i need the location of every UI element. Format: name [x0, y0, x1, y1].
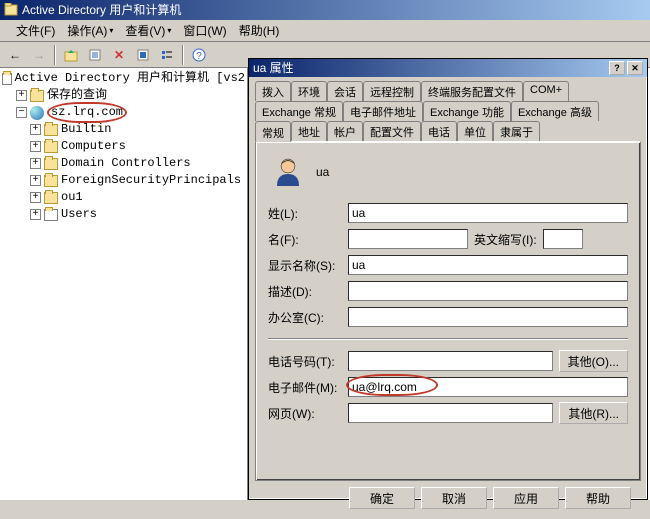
expander-icon[interactable]: + [30, 175, 41, 186]
phone-field[interactable] [348, 351, 553, 371]
tree-item-ou1[interactable]: +ou1 [2, 189, 245, 206]
tab-address[interactable]: 地址 [291, 121, 327, 141]
folder-icon [30, 90, 44, 102]
description-field[interactable] [348, 281, 628, 301]
label-given: 名(F): [268, 231, 342, 248]
tab-general[interactable]: 常规 [255, 121, 291, 142]
tab-exch-adv[interactable]: Exchange 高级 [511, 101, 599, 121]
folder-icon [44, 192, 58, 204]
tb-refresh[interactable] [132, 44, 154, 66]
tree-view[interactable]: Active Directory 用户和计算机 [vs2 + 保存的查询 − s… [0, 68, 248, 500]
tb-help[interactable]: ? [188, 44, 210, 66]
tb-delete[interactable]: ✕ [108, 44, 130, 66]
folder-icon [44, 175, 58, 187]
tree-domain[interactable]: − sz.lrq.com [2, 104, 245, 121]
tab-exch-gen[interactable]: Exchange 常规 [255, 101, 343, 121]
dialog-titlebar: ua 属性 ? ✕ [249, 59, 647, 77]
help-button[interactable]: ? [609, 61, 625, 75]
user-display-name: ua [316, 165, 329, 179]
email-field[interactable] [348, 377, 628, 397]
ok-button[interactable]: 确定 [349, 487, 415, 509]
expander-icon[interactable]: + [30, 209, 41, 220]
label-initials: 英文缩写(I): [474, 231, 537, 248]
menu-file[interactable]: 文件(F) [10, 20, 61, 41]
domain-icon [30, 106, 44, 120]
expander-icon[interactable]: + [30, 141, 41, 152]
tab-com[interactable]: COM+ [523, 81, 569, 101]
label-phone: 电话号码(T): [268, 353, 342, 370]
svg-text:?: ? [196, 51, 202, 62]
expander-icon[interactable]: + [30, 158, 41, 169]
tab-ts[interactable]: 终端服务配置文件 [421, 81, 523, 101]
tree-root[interactable]: Active Directory 用户和计算机 [vs2 [2, 70, 245, 87]
tab-exch-func[interactable]: Exchange 功能 [423, 101, 511, 121]
phone-other-button[interactable]: 其他(O)... [559, 350, 628, 372]
apply-button[interactable]: 应用 [493, 487, 559, 509]
menubar: 文件(F) 操作(A)▾ 查看(V)▾ 窗口(W) 帮助(H) [0, 20, 650, 42]
label-email: 电子邮件(M): [268, 379, 342, 396]
expander-icon[interactable]: + [16, 90, 27, 101]
label-office: 办公室(C): [268, 309, 342, 326]
expander-icon[interactable]: + [30, 124, 41, 135]
tab-profile[interactable]: 配置文件 [363, 121, 421, 141]
tree-item-builtin[interactable]: +Builtin [2, 121, 245, 138]
label-desc: 描述(D): [268, 283, 342, 300]
tb-up[interactable] [60, 44, 82, 66]
tab-email-addr[interactable]: 电子邮件地址 [343, 101, 423, 121]
app-icon [4, 3, 18, 17]
window-titlebar: Active Directory 用户和计算机 [0, 0, 650, 20]
web-other-button[interactable]: 其他(R)... [559, 402, 628, 424]
tab-general-pane: ua 姓(L): 名(F): 英文缩写(I): 显示名称(S): [255, 141, 641, 481]
tab-remote[interactable]: 远程控制 [363, 81, 421, 101]
surname-field[interactable] [348, 203, 628, 223]
tab-session[interactable]: 会话 [327, 81, 363, 101]
dialog-footer: 确定 取消 应用 帮助 [255, 481, 641, 515]
tab-account[interactable]: 帐户 [327, 121, 363, 141]
label-web: 网页(W): [268, 405, 342, 422]
menu-ops[interactable]: 操作(A)▾ [61, 20, 119, 41]
menu-help[interactable]: 帮助(H) [233, 20, 286, 41]
folder-icon [44, 124, 58, 136]
tb-props[interactable] [84, 44, 106, 66]
folder-icon [44, 141, 58, 153]
folder-icon [44, 209, 58, 221]
tree-item-fsp[interactable]: +ForeignSecurityPrincipals [2, 172, 245, 189]
tb-list[interactable] [156, 44, 178, 66]
tab-phone[interactable]: 电话 [421, 121, 457, 141]
menu-window[interactable]: 窗口(W) [177, 20, 232, 41]
tree-item-users[interactable]: +Users [2, 206, 245, 223]
tree-item-dc[interactable]: +Domain Controllers [2, 155, 245, 172]
expander-icon[interactable]: + [30, 192, 41, 203]
tb-back[interactable]: ← [4, 44, 26, 66]
web-field[interactable] [348, 403, 553, 423]
help-button[interactable]: 帮助 [565, 487, 631, 509]
tab-env[interactable]: 环境 [291, 81, 327, 101]
close-button[interactable]: ✕ [627, 61, 643, 75]
office-field[interactable] [348, 307, 628, 327]
label-surname: 姓(L): [268, 205, 342, 222]
folder-icon [44, 158, 58, 170]
folder-icon [2, 73, 12, 85]
tab-org[interactable]: 单位 [457, 121, 493, 141]
tab-dialin[interactable]: 拨入 [255, 81, 291, 101]
divider [268, 338, 628, 340]
given-field[interactable] [348, 229, 468, 249]
display-name-field[interactable] [348, 255, 628, 275]
properties-dialog: ua 属性 ? ✕ 拨入 环境 会话 远程控制 终端服务配置文件 COM+ Ex… [248, 58, 648, 500]
cancel-button[interactable]: 取消 [421, 487, 487, 509]
tab-strip: 拨入 环境 会话 远程控制 终端服务配置文件 COM+ Exchange 常规 … [255, 81, 641, 481]
window-title: Active Directory 用户和计算机 [22, 0, 181, 20]
tab-memberof[interactable]: 隶属于 [493, 121, 540, 141]
user-avatar-icon [272, 156, 304, 188]
label-display: 显示名称(S): [268, 257, 342, 274]
tree-saved-queries[interactable]: + 保存的查询 [2, 87, 245, 104]
dialog-title: ua 属性 [253, 59, 294, 77]
tb-fwd[interactable]: → [28, 44, 50, 66]
initials-field[interactable] [543, 229, 583, 249]
annotation-circle: sz.lrq.com [47, 102, 127, 123]
expander-icon[interactable]: − [16, 107, 27, 118]
menu-view[interactable]: 查看(V)▾ [119, 20, 177, 41]
tree-item-computers[interactable]: +Computers [2, 138, 245, 155]
